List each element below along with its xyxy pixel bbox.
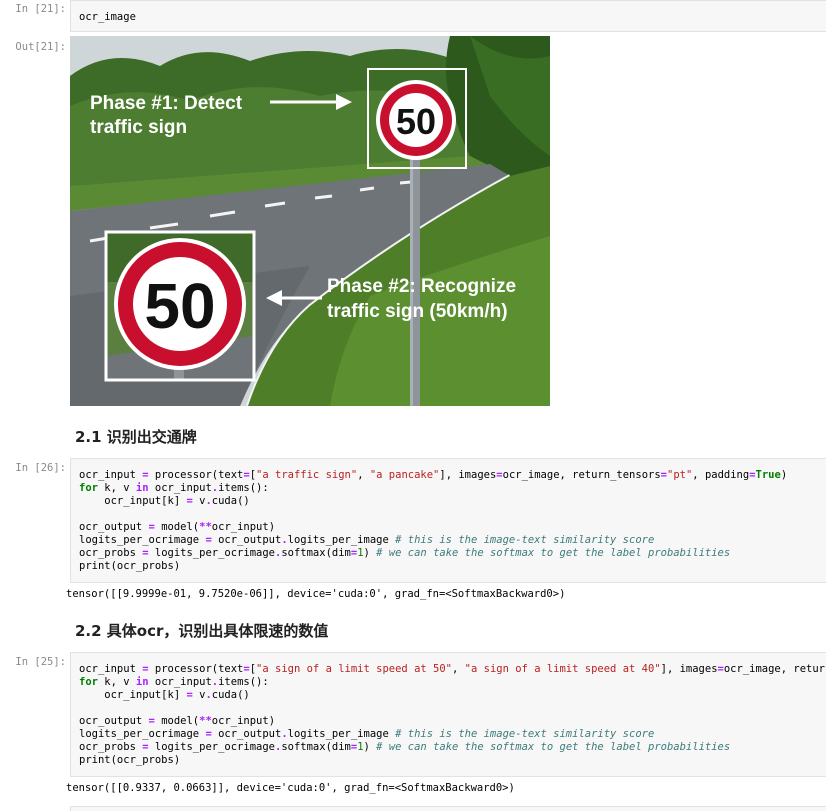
cell-output: tensor([[0.9337, 0.0663]], device='cuda:… (66, 782, 515, 794)
code-input[interactable]: ocr_input = processor(text=["a traffic s… (71, 459, 826, 573)
notebook: In [21]: ocr_image Out[21]: 50 Phase #1:… (0, 0, 826, 811)
large-sign-number: 50 (144, 270, 215, 342)
phase2-label-line1: Phase #2: Recognize (327, 276, 516, 297)
output-image: 50 Phase #1: Detect traffic sign 50 Phas… (70, 36, 550, 406)
in-prompt: In [21]: (15, 3, 66, 15)
phase1-label-line2: traffic sign (90, 117, 187, 138)
phase1-label-line1: Phase #1: Detect (90, 93, 243, 114)
code-input[interactable]: ocr_image (71, 1, 826, 24)
cell-output: tensor([[9.9999e-01, 9.7520e-06]], devic… (66, 588, 566, 600)
in-prompt: In [25]: (15, 656, 66, 668)
code-cell-next[interactable] (70, 806, 826, 811)
small-sign-number: 50 (396, 101, 436, 142)
phase2-label-line2: traffic sign (50km/h) (327, 301, 508, 322)
code-cell-26[interactable]: ocr_input = processor(text=["a traffic s… (70, 458, 826, 583)
code-input[interactable]: ocr_input = processor(text=["a sign of a… (71, 653, 826, 767)
code-cell-21[interactable]: ocr_image (70, 0, 826, 32)
code-cell-25[interactable]: ocr_input = processor(text=["a sign of a… (70, 652, 826, 777)
section-heading-2-1: 2.1 识别出交通牌 (75, 428, 197, 446)
out-prompt: Out[21]: (15, 41, 66, 53)
section-heading-2-2: 2.2 具体ocr，识别出具体限速的数值 (75, 622, 329, 640)
in-prompt: In [26]: (15, 462, 66, 474)
